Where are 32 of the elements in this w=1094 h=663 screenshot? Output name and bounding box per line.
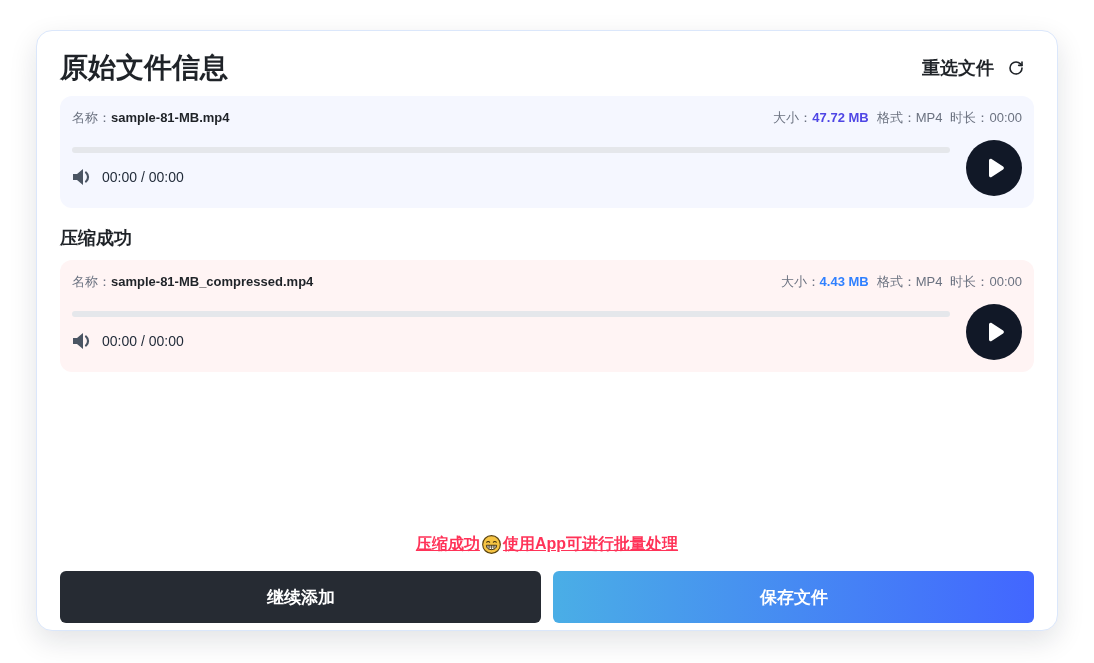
- name-label: 名称：: [72, 109, 111, 127]
- file-duration: 00:00: [989, 109, 1022, 127]
- size-label: 大小：: [773, 109, 813, 127]
- format-label: 格式：: [876, 109, 916, 127]
- duration-label: 时长：: [950, 273, 990, 291]
- file-size: 47.72 MB: [812, 109, 869, 127]
- name-label: 名称：: [72, 273, 111, 291]
- file-name: sample-81-MB_compressed.mp4: [111, 273, 314, 291]
- grinning-face-icon: [481, 534, 501, 554]
- file-size: 4.43 MB: [819, 273, 869, 291]
- speaker-icon[interactable]: [72, 332, 92, 350]
- section-title: 压缩成功: [60, 227, 132, 250]
- file-format: MP4: [915, 109, 943, 127]
- play-icon: [986, 158, 1005, 178]
- file-duration: 00:00: [989, 273, 1022, 291]
- play-icon: [986, 322, 1005, 342]
- speaker-icon[interactable]: [72, 168, 92, 186]
- refresh-icon: [1008, 60, 1024, 76]
- play-button[interactable]: [966, 140, 1022, 196]
- progress-track[interactable]: [72, 311, 950, 317]
- duration-label: 时长：: [950, 109, 990, 127]
- size-label: 大小：: [780, 273, 820, 291]
- play-button[interactable]: [966, 304, 1022, 360]
- section-title: 原始文件信息: [60, 51, 228, 85]
- app-promo-link[interactable]: 压缩成功 使用App可进行批量处理: [415, 533, 679, 555]
- continue-adding-button[interactable]: 继续添加: [60, 571, 541, 623]
- playback-time: 00:00 / 00:00: [102, 168, 184, 187]
- playback-time: 00:00 / 00:00: [102, 332, 184, 351]
- format-label: 格式：: [876, 273, 916, 291]
- file-format: MP4: [915, 273, 943, 291]
- reselect-file-button[interactable]: 重选文件: [922, 52, 1034, 84]
- file-name: sample-81-MB.mp4: [111, 109, 230, 127]
